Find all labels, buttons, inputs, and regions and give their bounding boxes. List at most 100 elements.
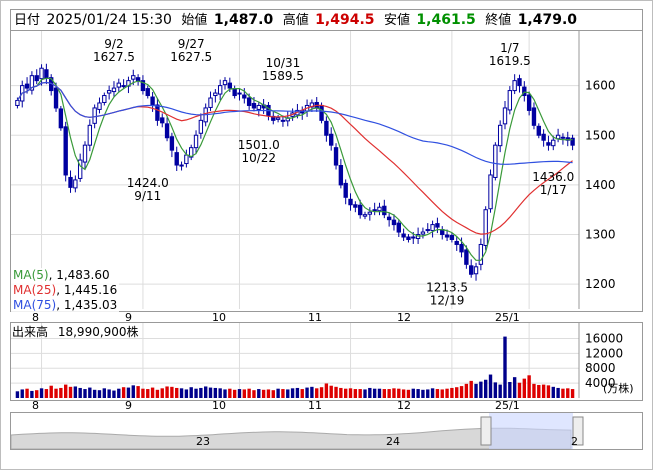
candle-body bbox=[401, 233, 406, 238]
volume-bar bbox=[368, 387, 372, 398]
volume-bar bbox=[300, 389, 304, 398]
volume-bar bbox=[561, 388, 565, 398]
candle-body bbox=[246, 97, 252, 106]
volume-bar bbox=[208, 387, 213, 398]
volume-bar bbox=[329, 385, 333, 398]
volume-bar bbox=[131, 385, 135, 398]
volume-bar bbox=[295, 387, 300, 398]
volume-bar bbox=[503, 336, 507, 398]
candle-body bbox=[430, 224, 435, 232]
volume-month-label: 11 bbox=[308, 399, 322, 412]
annotation-date: 10/31 bbox=[266, 56, 301, 70]
volume-bar bbox=[464, 383, 469, 398]
candle-body bbox=[391, 219, 397, 226]
volume-bar bbox=[83, 389, 87, 398]
volume-bar bbox=[165, 386, 169, 398]
volume-bar bbox=[512, 377, 517, 398]
candle-body bbox=[184, 154, 189, 165]
candle-body bbox=[251, 102, 257, 109]
candle-body bbox=[193, 134, 199, 149]
candle-body bbox=[507, 90, 513, 111]
volume-tick-label: 8000 bbox=[585, 361, 616, 375]
candle-body bbox=[406, 236, 411, 240]
volume-bar bbox=[315, 388, 319, 398]
volume-bar bbox=[59, 387, 63, 398]
candle-body bbox=[348, 198, 353, 206]
ohlc-header: 日付 2025/01/24 15:30 始値 1,487.0 高値 1,494.… bbox=[10, 9, 643, 31]
volume-bar bbox=[261, 389, 266, 398]
annotation-date: 9/2 bbox=[104, 37, 123, 51]
candle-body bbox=[526, 94, 532, 111]
volume-bar bbox=[551, 386, 555, 398]
candle-body bbox=[222, 80, 228, 86]
price-month-label: 25/1 bbox=[495, 311, 520, 324]
volume-bar bbox=[426, 389, 430, 398]
volume-title: 出来高 18,990,900株 bbox=[12, 323, 139, 340]
volume-bar bbox=[372, 388, 377, 398]
volume-bar bbox=[20, 389, 24, 398]
volume-bar bbox=[281, 389, 285, 398]
volume-bar bbox=[401, 389, 406, 398]
navigator-selected-range bbox=[489, 413, 573, 449]
navigator-year-label: 23 bbox=[196, 435, 210, 448]
navigator-year-label: 24 bbox=[386, 435, 400, 448]
price-tick-label: 1300 bbox=[585, 228, 616, 242]
volume-bar bbox=[271, 390, 275, 398]
volume-bar bbox=[324, 383, 329, 398]
ma75-line bbox=[16, 81, 573, 165]
candle-body bbox=[135, 77, 141, 82]
volume-bar bbox=[392, 388, 396, 398]
volume-bar bbox=[546, 385, 551, 398]
volume-month-label: 12 bbox=[397, 399, 411, 412]
candle-body bbox=[324, 120, 329, 136]
candle-body bbox=[338, 165, 344, 186]
volume-bar bbox=[170, 386, 174, 398]
candle-body bbox=[97, 102, 102, 110]
candle-body bbox=[483, 209, 488, 246]
candle-body bbox=[217, 85, 223, 95]
range-navigator[interactable]: 23 24 2 bbox=[10, 412, 643, 450]
candle-body bbox=[169, 136, 175, 151]
volume-bar bbox=[184, 389, 189, 398]
candle-body bbox=[198, 119, 204, 134]
volume-bar bbox=[541, 384, 546, 398]
volume-bar bbox=[68, 386, 73, 398]
navigator-left-handle bbox=[480, 416, 492, 446]
candle-body bbox=[493, 144, 498, 178]
candle-body bbox=[15, 100, 20, 106]
price-tick-label: 1500 bbox=[585, 128, 616, 142]
moving-average-legend: MA(5), 1,483.60 MA(25), 1,445.16 MA(75),… bbox=[11, 268, 120, 313]
navigator-year-label: 2 bbox=[571, 435, 578, 448]
volume-bar bbox=[445, 388, 449, 398]
volume-bar bbox=[266, 389, 271, 398]
candle-body bbox=[242, 94, 247, 99]
ma25-legend-row: MA(25), 1,445.16 bbox=[13, 283, 118, 297]
ma25-label: MA(25) bbox=[13, 283, 57, 297]
candle-body bbox=[449, 235, 455, 240]
candle-body bbox=[145, 88, 150, 97]
volume-bar bbox=[421, 389, 425, 398]
price-month-label: 12 bbox=[397, 311, 411, 324]
volume-bar bbox=[35, 390, 39, 398]
volume-month-label: 25/1 bbox=[495, 399, 520, 412]
volume-bar bbox=[189, 387, 193, 398]
volume-bar bbox=[493, 382, 498, 398]
price-month-label: 8 bbox=[32, 311, 39, 324]
volume-bar bbox=[223, 389, 227, 398]
price-month-label: 10 bbox=[212, 311, 226, 324]
volume-bar bbox=[474, 383, 478, 398]
volume-bar bbox=[30, 390, 34, 398]
volume-bar bbox=[305, 387, 309, 398]
candle-body bbox=[454, 240, 459, 245]
volume-bar bbox=[537, 384, 541, 398]
candle-body bbox=[150, 96, 155, 106]
volume-bar bbox=[107, 389, 111, 398]
volume-bar bbox=[136, 386, 140, 398]
candle-body bbox=[227, 82, 233, 89]
volume-bar bbox=[64, 384, 68, 398]
ma75-value: 1,435.03 bbox=[63, 298, 118, 312]
annotation-date: 1/17 bbox=[540, 183, 567, 197]
candle-body bbox=[208, 97, 213, 108]
candle-body bbox=[531, 107, 537, 126]
candle-body bbox=[420, 231, 426, 235]
